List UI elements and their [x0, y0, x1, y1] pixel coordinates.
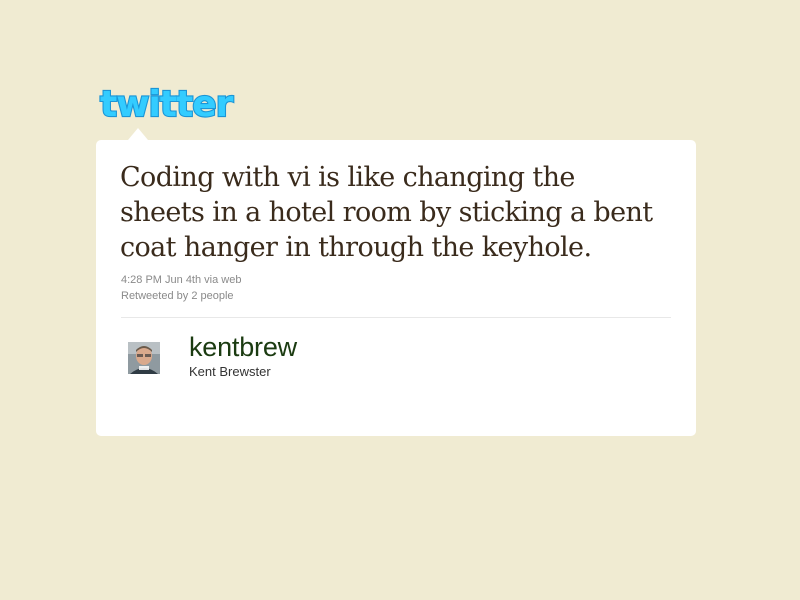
tweet-text: Coding with vi is like changing the shee…: [120, 162, 653, 263]
tweet-card: Coding with vi is like changing the shee…: [96, 140, 696, 436]
tweet-meta-line: 4:28 PM Jun 4th via web: [121, 272, 241, 288]
avatar-image: [128, 342, 160, 374]
tweet-source: via web: [204, 274, 242, 286]
divider: [121, 317, 671, 318]
author-full-name: Kent Brewster: [189, 364, 271, 379]
twitter-logo-text: twitter: [100, 84, 234, 125]
tweet-meta: 4:28 PM Jun 4th via web Retweeted by 2 p…: [121, 272, 241, 304]
twitter-logo-graphic: twitter: [99, 83, 236, 126]
tweet-timestamp[interactable]: 4:28 PM Jun 4th: [121, 274, 201, 286]
retweet-count[interactable]: Retweeted by 2 people: [121, 288, 241, 304]
avatar[interactable]: [128, 342, 160, 374]
author-username[interactable]: kentbrew: [189, 331, 297, 363]
speech-pointer: [128, 128, 148, 140]
twitter-logo[interactable]: twitter: [96, 80, 252, 126]
